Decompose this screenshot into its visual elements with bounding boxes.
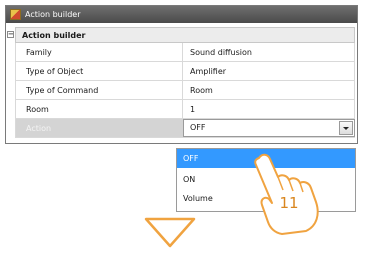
down-arrow-icon	[144, 217, 196, 248]
